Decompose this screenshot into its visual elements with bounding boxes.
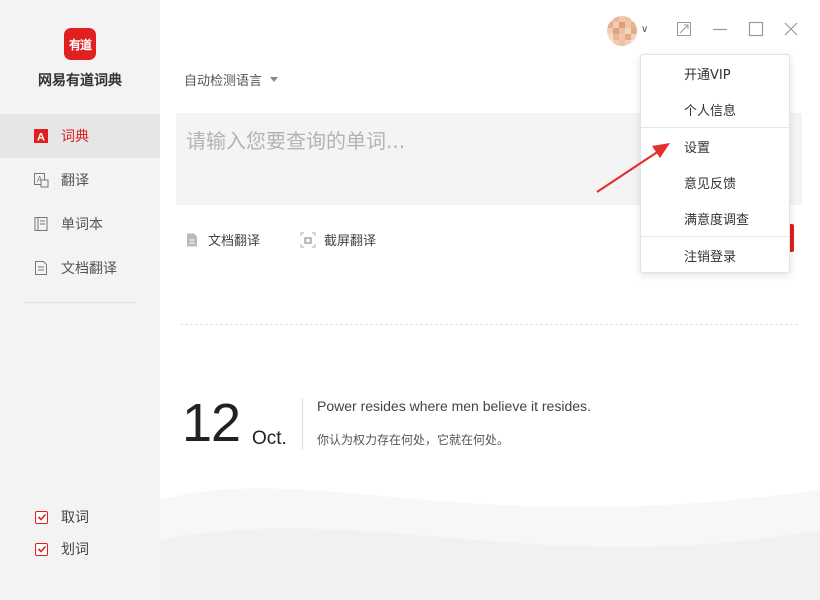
tool-label: 文档翻译 — [208, 234, 261, 249]
sidebar-item-label: 单词本 — [61, 217, 103, 233]
checkbox-checked-icon[interactable] — [35, 510, 48, 524]
screenshot-icon — [300, 231, 316, 248]
menu-item-profile[interactable]: 个人信息 — [641, 91, 789, 127]
avatar-chevron-down-icon[interactable]: ∨ — [641, 24, 648, 35]
close-icon[interactable] — [782, 20, 800, 38]
app-logo: 有道 — [64, 28, 96, 60]
logo-text: 有道 — [68, 37, 92, 52]
language-selector[interactable]: 自动检测语言 — [184, 70, 279, 89]
sidebar-item-label: 翻译 — [61, 173, 89, 189]
sidebar-divider — [24, 302, 136, 303]
language-selector-label: 自动检测语言 — [184, 74, 263, 89]
quote-divider — [302, 398, 303, 450]
daily-day: 12 — [182, 393, 241, 453]
caret-down-icon — [270, 77, 279, 82]
daily-quote-en[interactable]: Power resides where men believe it resid… — [317, 398, 591, 414]
search-placeholder: 请输入您要查询的单词... — [186, 129, 406, 153]
checkbox-label: 取词 — [61, 510, 89, 526]
wordbook-icon — [33, 216, 49, 232]
document-icon — [187, 233, 197, 246]
select-word-toggle[interactable]: 划词 — [35, 539, 89, 559]
daily-quote-zh[interactable]: 你认为权力存在何处，它就在何处。 — [317, 431, 509, 448]
menu-item-logout[interactable]: 注销登录 — [641, 237, 789, 273]
maximize-icon[interactable] — [747, 20, 765, 38]
checkbox-label: 划词 — [61, 542, 89, 558]
sidebar-item-label: 词典 — [61, 129, 89, 145]
sidebar-item-dict[interactable]: A 词典 — [0, 114, 160, 158]
user-avatar[interactable] — [607, 16, 637, 46]
checkbox-checked-icon[interactable] — [35, 542, 48, 556]
app-name: 网易有道词典 — [38, 73, 122, 89]
sidebar-item-doc-translate[interactable]: 文档翻译 — [0, 246, 160, 290]
screenshot-translate-button[interactable]: 截屏翻译 — [300, 230, 376, 249]
minimize-icon[interactable] — [711, 20, 729, 38]
annotation-arrow-icon — [596, 143, 670, 193]
document-translate-button[interactable]: 文档翻译 — [184, 230, 260, 249]
translate-icon: A — [33, 172, 49, 188]
tool-label: 截屏翻译 — [324, 234, 377, 249]
mini-mode-icon[interactable] — [675, 20, 693, 38]
daily-month: Oct. — [252, 428, 287, 449]
svg-text:A: A — [37, 132, 45, 144]
sidebar-item-translate[interactable]: A 翻译 — [0, 158, 160, 202]
capture-word-toggle[interactable]: 取词 — [35, 507, 89, 527]
background-wave — [160, 488, 820, 600]
sidebar-item-wordbook[interactable]: 单词本 — [0, 202, 160, 246]
sidebar: 有道 网易有道词典 A 词典 A 翻译 单词本 文档翻译 取词 划词 — [0, 0, 160, 600]
sidebar-nav: A 词典 A 翻译 单词本 文档翻译 — [0, 114, 160, 290]
section-divider — [180, 324, 798, 325]
dict-icon: A — [33, 128, 49, 144]
doc-translate-icon — [33, 260, 49, 276]
sidebar-item-label: 文档翻译 — [61, 261, 117, 277]
menu-item-open-vip[interactable]: 开通VIP — [641, 55, 789, 91]
menu-item-survey[interactable]: 满意度调查 — [641, 200, 789, 236]
